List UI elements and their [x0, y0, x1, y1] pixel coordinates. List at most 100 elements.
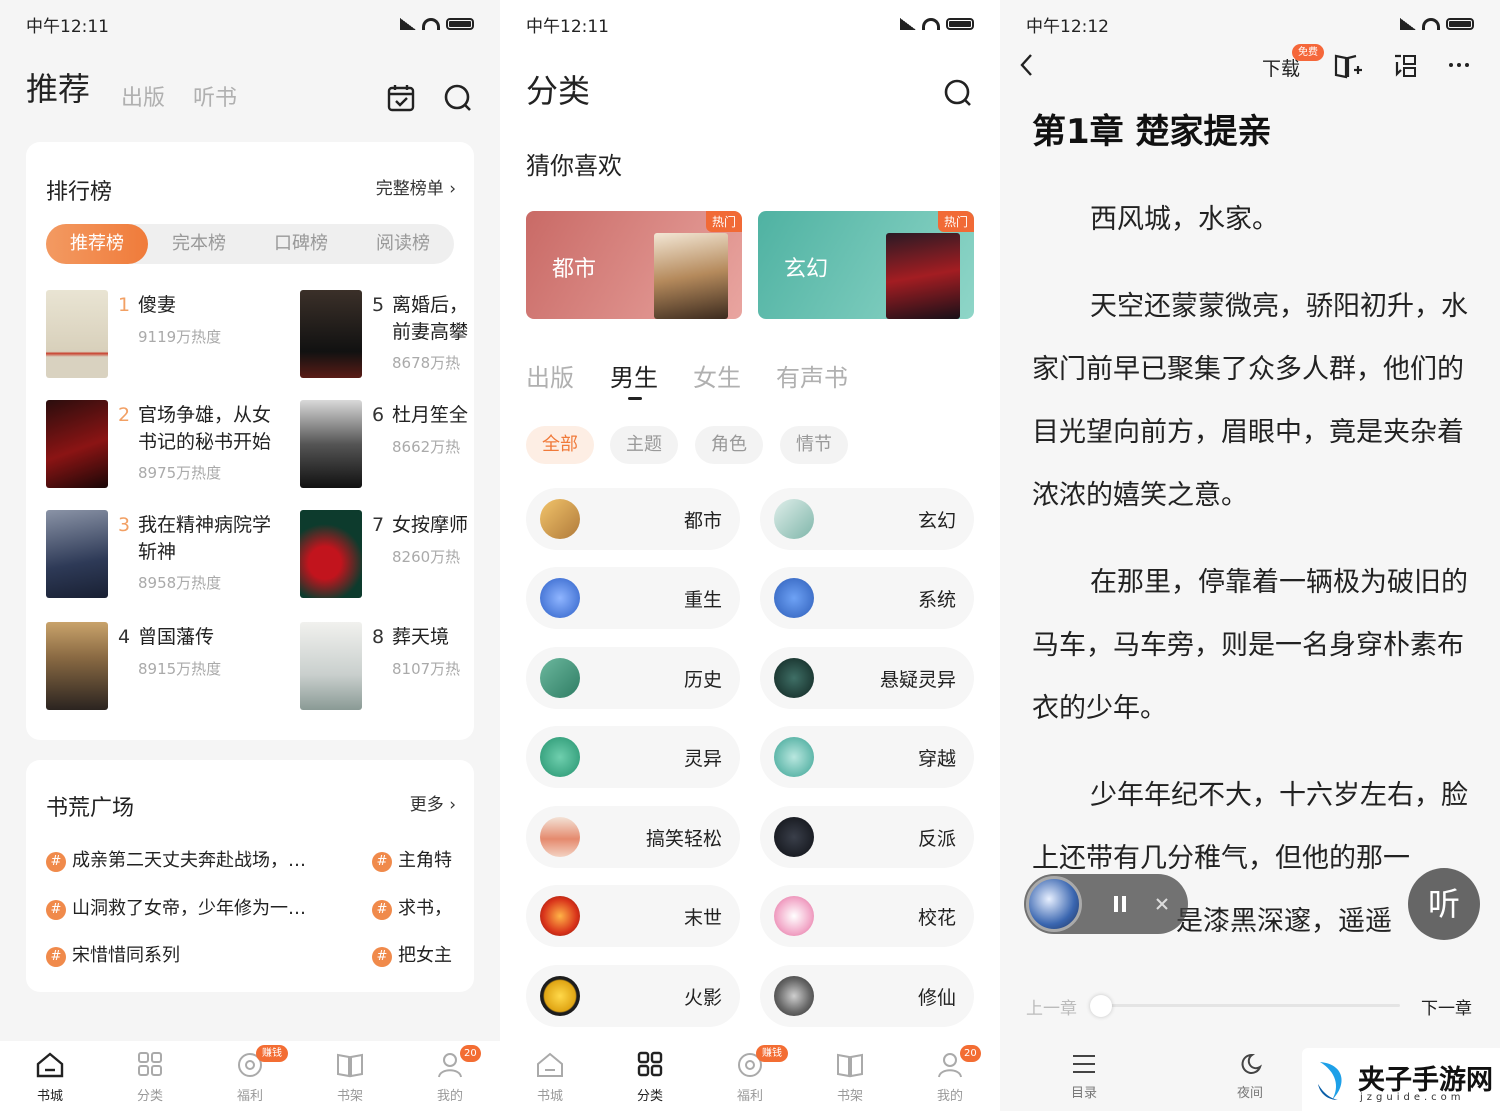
topic-item[interactable]: # 把女主: [372, 941, 474, 967]
tab-indicator: [628, 397, 642, 400]
category-item[interactable]: 修仙: [760, 965, 974, 1027]
topic-item[interactable]: # 求书，: [372, 894, 474, 920]
ranking-item[interactable]: 8 葬天境 8107万热: [300, 622, 500, 714]
ranking-item[interactable]: 3 我在精神病院学 斩神 8958万热度: [46, 510, 271, 602]
hash-icon: #: [46, 947, 66, 967]
ranking-tab-recommend[interactable]: 推荐榜: [46, 224, 148, 264]
category-item[interactable]: 历史: [526, 647, 740, 709]
chapter-progress-slider[interactable]: [1090, 995, 1400, 1017]
chip-all[interactable]: 全部: [526, 426, 594, 464]
earn-badge: 赚钱: [256, 1045, 288, 1062]
cultivator-icon: [774, 976, 814, 1016]
wifi-icon: [922, 18, 940, 30]
category-item[interactable]: 校花: [760, 885, 974, 947]
book-title: 官场争雄，从女: [138, 404, 272, 426]
listen-button[interactable]: 听: [1408, 868, 1480, 940]
tab-audiobook[interactable]: 听书: [193, 80, 237, 112]
nav-welfare[interactable]: 福利 赚钱: [200, 1041, 300, 1111]
tab-recommend[interactable]: 推荐: [26, 64, 90, 110]
bookstore-panel: 中午12:11 推荐 出版 听书 排行榜 完整榜单 › 推荐榜 完本榜 口碑榜 …: [0, 0, 500, 1111]
category-item[interactable]: 火影: [526, 965, 740, 1027]
nav-mine[interactable]: 我的 20: [400, 1041, 500, 1111]
comment-icon[interactable]: [1392, 52, 1418, 80]
category-item[interactable]: 穿越: [760, 726, 974, 788]
add-to-shelf-icon[interactable]: [1334, 52, 1364, 80]
topic-item[interactable]: # 山洞救了女帝，少年修为一…: [46, 894, 346, 920]
category-item[interactable]: 重生: [526, 567, 740, 629]
book-title: 杜月笙全: [392, 404, 469, 426]
audio-mini-player[interactable]: [1024, 874, 1188, 934]
nav-category[interactable]: 分类: [100, 1041, 200, 1111]
rank-number: 5: [372, 294, 385, 316]
banner-fantasy[interactable]: 玄幻 热门: [758, 211, 974, 319]
count-badge: 20: [460, 1045, 481, 1062]
nav-bookshelf[interactable]: 书架: [800, 1041, 900, 1111]
book-heat: 8975万热度: [138, 464, 222, 482]
nav-toc[interactable]: 目录: [1044, 1052, 1124, 1101]
next-chapter-link[interactable]: 下一章: [1421, 994, 1472, 1019]
hash-icon: #: [372, 900, 392, 920]
category-item[interactable]: 都市: [526, 488, 740, 550]
nav-welfare[interactable]: 福利 赚钱: [700, 1041, 800, 1111]
nav-mine[interactable]: 我的 20: [900, 1041, 1000, 1111]
ranking-tab-reputation[interactable]: 口碑榜: [250, 224, 352, 264]
ranking-card: 排行榜 完整榜单 › 推荐榜 完本榜 口碑榜 阅读榜 1 傻妻 9119万热度 …: [26, 142, 474, 740]
ranking-item[interactable]: 5 离婚后， 前妻高攀 8678万热: [300, 290, 500, 382]
download-button[interactable]: 下载: [1262, 54, 1300, 94]
back-chevron-icon[interactable]: [1018, 52, 1036, 78]
full-ranking-link[interactable]: 完整榜单 ›: [376, 174, 456, 199]
nav-bookshelf[interactable]: 书架: [300, 1041, 400, 1111]
topic-item[interactable]: # 宋惜惜同系列: [46, 941, 346, 967]
chip-role[interactable]: 角色: [695, 426, 763, 464]
category-item[interactable]: 搞笑轻松: [526, 806, 740, 868]
category-item[interactable]: 反派: [760, 806, 974, 868]
square-more-link[interactable]: 更多 ›: [410, 790, 456, 815]
pause-icon[interactable]: [1112, 894, 1128, 914]
category-item[interactable]: 灵异: [526, 726, 740, 788]
nav-bookstore[interactable]: 书城: [500, 1041, 600, 1111]
tab-female[interactable]: 女生: [693, 358, 741, 393]
category-item[interactable]: 末世: [526, 885, 740, 947]
chip-plot[interactable]: 情节: [780, 426, 848, 464]
category-item[interactable]: 玄幻: [760, 488, 974, 550]
rank-number: 3: [118, 514, 131, 536]
ranking-item[interactable]: 6 杜月笙全 8662万热: [300, 400, 500, 492]
grid-icon: [138, 1052, 162, 1076]
ranking-tab-reading[interactable]: 阅读榜: [352, 224, 454, 264]
category-item[interactable]: 悬疑灵异: [760, 647, 974, 709]
close-icon[interactable]: [1155, 897, 1169, 911]
tab-male[interactable]: 男生: [610, 358, 658, 393]
tab-publish[interactable]: 出版: [526, 358, 574, 393]
book-heat: 8958万热度: [138, 574, 222, 592]
ranking-item[interactable]: 2 官场争雄，从女 书记的秘书开始 8975万热度: [46, 400, 271, 492]
tab-publish[interactable]: 出版: [121, 80, 165, 112]
paragraph: 西风城，水家。: [1090, 204, 1279, 235]
banner-book-cover: [886, 233, 960, 319]
topic-item[interactable]: # 主角特: [372, 846, 474, 872]
ranking-tab-completed[interactable]: 完本榜: [148, 224, 250, 264]
hot-tag: 热门: [937, 211, 974, 232]
topic-item[interactable]: # 成亲第二天丈夫奔赴战场，…: [46, 846, 346, 872]
ranking-item[interactable]: 1 傻妻 9119万热度: [46, 290, 266, 382]
prev-chapter-link[interactable]: 上一章: [1026, 994, 1077, 1019]
signal-icon: [1400, 18, 1416, 30]
nav-night-mode[interactable]: 夜间: [1210, 1052, 1290, 1101]
banner-urban[interactable]: 都市 热门: [526, 211, 742, 319]
book-heat: 8107万热: [392, 660, 461, 678]
chip-theme[interactable]: 主题: [610, 426, 678, 464]
search-icon[interactable]: [943, 78, 973, 108]
chapter-title: 第1章 楚家提亲: [1032, 112, 1272, 152]
nav-category[interactable]: 分类: [600, 1041, 700, 1111]
more-icon[interactable]: [1448, 62, 1470, 68]
category-item[interactable]: 系统: [760, 567, 974, 629]
slider-thumb[interactable]: [1090, 995, 1112, 1017]
search-icon[interactable]: [443, 83, 473, 113]
tab-audio[interactable]: 有声书: [776, 358, 848, 393]
paragraph: 天空还蒙蒙微亮，骄阳初升，水家门前早已聚集了众多人群，他们的目光望向前方，眉眼中…: [1032, 291, 1468, 511]
book-heat: 8260万热: [392, 548, 461, 566]
calendar-check-icon[interactable]: [386, 83, 416, 113]
nav-bookstore[interactable]: 书城: [0, 1041, 100, 1111]
ranking-item[interactable]: 7 女按摩师 8260万热: [300, 510, 500, 602]
ranking-item[interactable]: 4 曾国藩传 8915万热度: [46, 622, 266, 714]
book-title-line2: 前妻高攀: [392, 321, 469, 343]
